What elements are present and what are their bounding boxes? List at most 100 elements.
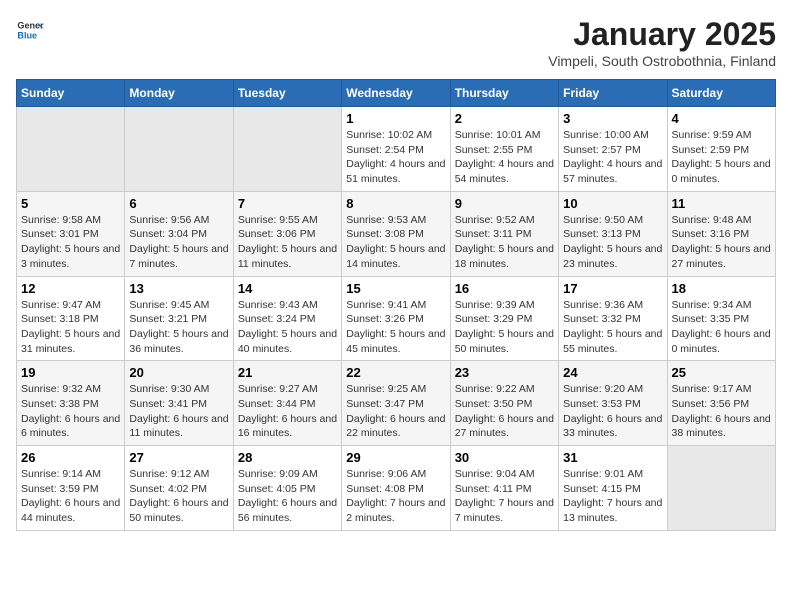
calendar-cell: 2Sunrise: 10:01 AM Sunset: 2:55 PM Dayli… xyxy=(450,107,558,192)
weekday-header-thursday: Thursday xyxy=(450,80,558,107)
weekday-header-wednesday: Wednesday xyxy=(342,80,450,107)
calendar-cell: 10 Sunrise: 9:50 AM Sunset: 3:13 PM Dayli… xyxy=(559,191,667,276)
calendar-cell: 19 Sunrise: 9:32 AM Sunset: 3:38 PM Dayli… xyxy=(17,361,125,446)
calendar-cell: 20Sunrise: 9:30 AM Sunset: 3:41 PM Dayli… xyxy=(125,361,233,446)
calendar-cell: 31Sunrise: 9:01 AM Sunset: 4:15 PM Dayli… xyxy=(559,446,667,531)
calendar-cell: 30 Sunrise: 9:04 AM Sunset: 4:11 PM Dayli… xyxy=(450,446,558,531)
day-number: 21 xyxy=(238,365,337,380)
day-number: 19 xyxy=(21,365,120,380)
day-number: 16 xyxy=(455,281,554,296)
day-info: Sunrise: 9:12 AM Sunset: 4:02 PM Dayligh… xyxy=(129,467,228,526)
calendar-cell: 21 Sunrise: 9:27 AM Sunset: 3:44 PM Dayli… xyxy=(233,361,341,446)
day-number: 11 xyxy=(672,196,771,211)
calendar-cell xyxy=(17,107,125,192)
calendar-cell xyxy=(125,107,233,192)
logo-icon: General Blue xyxy=(16,16,44,44)
calendar-cell: 1Sunrise: 10:02 AM Sunset: 2:54 PM Dayli… xyxy=(342,107,450,192)
day-info: Sunrise: 10:00 AM Sunset: 2:57 PM Daylig… xyxy=(563,128,662,187)
day-number: 12 xyxy=(21,281,120,296)
day-number: 29 xyxy=(346,450,445,465)
week-row-5: 26 Sunrise: 9:14 AM Sunset: 3:59 PM Dayli… xyxy=(17,446,776,531)
day-info: Sunrise: 9:17 AM Sunset: 3:56 PM Dayligh… xyxy=(672,382,771,441)
calendar-cell xyxy=(667,446,775,531)
weekday-header-saturday: Saturday xyxy=(667,80,775,107)
day-number: 31 xyxy=(563,450,662,465)
calendar-cell: 24Sunrise: 9:20 AM Sunset: 3:53 PM Dayli… xyxy=(559,361,667,446)
calendar-cell: 6Sunrise: 9:56 AM Sunset: 3:04 PM Daylig… xyxy=(125,191,233,276)
day-info: Sunrise: 9:27 AM Sunset: 3:44 PM Dayligh… xyxy=(238,382,337,441)
day-info: Sunrise: 9:59 AM Sunset: 2:59 PM Dayligh… xyxy=(672,128,771,187)
day-info: Sunrise: 9:22 AM Sunset: 3:50 PM Dayligh… xyxy=(455,382,554,441)
day-info: Sunrise: 9:04 AM Sunset: 4:11 PM Dayligh… xyxy=(455,467,554,526)
day-number: 30 xyxy=(455,450,554,465)
day-info: Sunrise: 9:36 AM Sunset: 3:32 PM Dayligh… xyxy=(563,298,662,357)
calendar-cell: 7 Sunrise: 9:55 AM Sunset: 3:06 PM Daylig… xyxy=(233,191,341,276)
day-info: Sunrise: 9:55 AM Sunset: 3:06 PM Dayligh… xyxy=(238,213,337,272)
title-area: January 2025 Vimpeli, South Ostrobothnia… xyxy=(548,16,776,69)
calendar-cell: 14 Sunrise: 9:43 AM Sunset: 3:24 PM Dayli… xyxy=(233,276,341,361)
weekday-header-monday: Monday xyxy=(125,80,233,107)
calendar-cell xyxy=(233,107,341,192)
calendar-cell: 4 Sunrise: 9:59 AM Sunset: 2:59 PM Daylig… xyxy=(667,107,775,192)
day-number: 4 xyxy=(672,111,771,126)
calendar-cell: 28 Sunrise: 9:09 AM Sunset: 4:05 PM Dayli… xyxy=(233,446,341,531)
calendar-cell: 8 Sunrise: 9:53 AM Sunset: 3:08 PM Daylig… xyxy=(342,191,450,276)
calendar-cell: 11Sunrise: 9:48 AM Sunset: 3:16 PM Dayli… xyxy=(667,191,775,276)
day-info: Sunrise: 9:43 AM Sunset: 3:24 PM Dayligh… xyxy=(238,298,337,357)
day-number: 7 xyxy=(238,196,337,211)
day-info: Sunrise: 9:25 AM Sunset: 3:47 PM Dayligh… xyxy=(346,382,445,441)
calendar-cell: 17 Sunrise: 9:36 AM Sunset: 3:32 PM Dayli… xyxy=(559,276,667,361)
day-info: Sunrise: 9:14 AM Sunset: 3:59 PM Dayligh… xyxy=(21,467,120,526)
day-number: 13 xyxy=(129,281,228,296)
calendar-cell: 22 Sunrise: 9:25 AM Sunset: 3:47 PM Dayli… xyxy=(342,361,450,446)
week-row-1: 1Sunrise: 10:02 AM Sunset: 2:54 PM Dayli… xyxy=(17,107,776,192)
day-number: 5 xyxy=(21,196,120,211)
week-row-3: 12 Sunrise: 9:47 AM Sunset: 3:18 PM Dayli… xyxy=(17,276,776,361)
weekday-header-row: SundayMondayTuesdayWednesdayThursdayFrid… xyxy=(17,80,776,107)
calendar-title: January 2025 xyxy=(548,16,776,53)
day-number: 28 xyxy=(238,450,337,465)
calendar-subtitle: Vimpeli, South Ostrobothnia, Finland xyxy=(548,53,776,69)
day-number: 27 xyxy=(129,450,228,465)
day-number: 15 xyxy=(346,281,445,296)
day-number: 14 xyxy=(238,281,337,296)
day-info: Sunrise: 10:02 AM Sunset: 2:54 PM Daylig… xyxy=(346,128,445,187)
day-info: Sunrise: 9:32 AM Sunset: 3:38 PM Dayligh… xyxy=(21,382,120,441)
day-info: Sunrise: 9:50 AM Sunset: 3:13 PM Dayligh… xyxy=(563,213,662,272)
day-number: 17 xyxy=(563,281,662,296)
day-info: Sunrise: 9:06 AM Sunset: 4:08 PM Dayligh… xyxy=(346,467,445,526)
calendar-cell: 25 Sunrise: 9:17 AM Sunset: 3:56 PM Dayli… xyxy=(667,361,775,446)
day-number: 22 xyxy=(346,365,445,380)
day-info: Sunrise: 9:30 AM Sunset: 3:41 PM Dayligh… xyxy=(129,382,228,441)
day-number: 10 xyxy=(563,196,662,211)
day-number: 18 xyxy=(672,281,771,296)
day-info: Sunrise: 9:34 AM Sunset: 3:35 PM Dayligh… xyxy=(672,298,771,357)
calendar-cell: 13 Sunrise: 9:45 AM Sunset: 3:21 PM Dayli… xyxy=(125,276,233,361)
weekday-header-sunday: Sunday xyxy=(17,80,125,107)
day-info: Sunrise: 9:09 AM Sunset: 4:05 PM Dayligh… xyxy=(238,467,337,526)
day-info: Sunrise: 9:45 AM Sunset: 3:21 PM Dayligh… xyxy=(129,298,228,357)
calendar-cell: 15Sunrise: 9:41 AM Sunset: 3:26 PM Dayli… xyxy=(342,276,450,361)
calendar-cell: 3 Sunrise: 10:00 AM Sunset: 2:57 PM Dayli… xyxy=(559,107,667,192)
svg-text:Blue: Blue xyxy=(17,30,37,40)
day-number: 3 xyxy=(563,111,662,126)
day-number: 6 xyxy=(129,196,228,211)
calendar-table: SundayMondayTuesdayWednesdayThursdayFrid… xyxy=(16,79,776,531)
day-number: 25 xyxy=(672,365,771,380)
day-number: 8 xyxy=(346,196,445,211)
week-row-4: 19 Sunrise: 9:32 AM Sunset: 3:38 PM Dayli… xyxy=(17,361,776,446)
weekday-header-tuesday: Tuesday xyxy=(233,80,341,107)
day-info: Sunrise: 9:20 AM Sunset: 3:53 PM Dayligh… xyxy=(563,382,662,441)
day-number: 23 xyxy=(455,365,554,380)
day-info: Sunrise: 9:53 AM Sunset: 3:08 PM Dayligh… xyxy=(346,213,445,272)
day-info: Sunrise: 9:47 AM Sunset: 3:18 PM Dayligh… xyxy=(21,298,120,357)
day-number: 2 xyxy=(455,111,554,126)
calendar-cell: 26 Sunrise: 9:14 AM Sunset: 3:59 PM Dayli… xyxy=(17,446,125,531)
calendar-cell: 16Sunrise: 9:39 AM Sunset: 3:29 PM Dayli… xyxy=(450,276,558,361)
week-row-2: 5 Sunrise: 9:58 AM Sunset: 3:01 PM Daylig… xyxy=(17,191,776,276)
logo: General Blue xyxy=(16,16,44,44)
calendar-cell: 29 Sunrise: 9:06 AM Sunset: 4:08 PM Dayli… xyxy=(342,446,450,531)
day-info: Sunrise: 9:58 AM Sunset: 3:01 PM Dayligh… xyxy=(21,213,120,272)
page-header: General Blue January 2025 Vimpeli, South… xyxy=(16,16,776,69)
day-number: 26 xyxy=(21,450,120,465)
